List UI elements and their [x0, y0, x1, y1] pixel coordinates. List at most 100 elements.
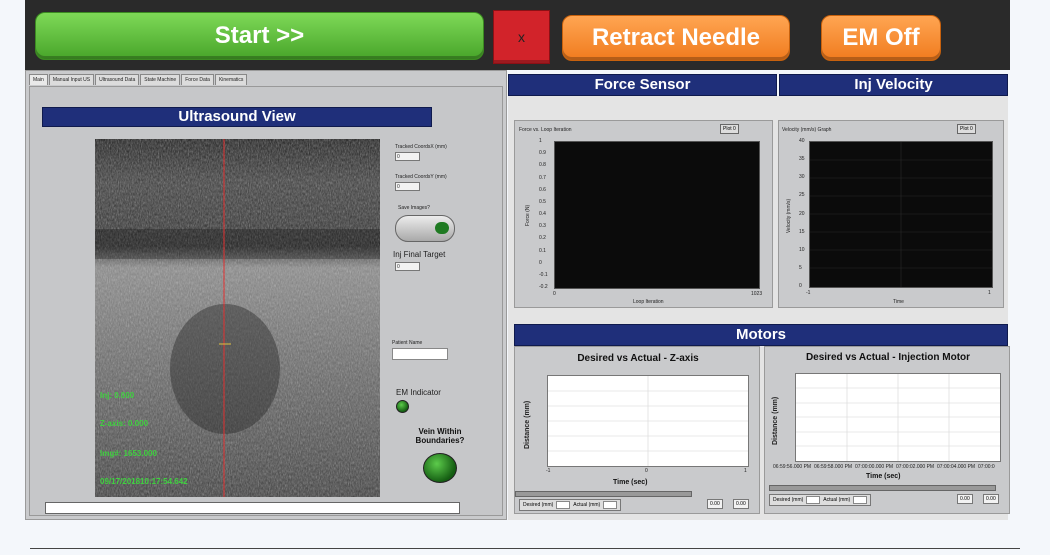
tracked-x-label: Tracked CoordsX (mm)	[395, 144, 447, 150]
em-off-button[interactable]: EM Off	[821, 15, 941, 61]
injection-legend: Desired (mm) Actual (mm)	[769, 494, 872, 506]
velocity-x-axis-label: Time	[893, 299, 904, 305]
force-y-tick-0: 1	[539, 138, 542, 144]
velocity-y-tick-4: 20	[799, 210, 805, 217]
velocity-y-axis-label: Velocity (mm/s)	[786, 198, 792, 233]
force-y-tick-6: 0.4	[539, 211, 546, 217]
z-axis-y-label: Distance (mm)	[524, 400, 531, 449]
patient-name-field[interactable]	[392, 348, 448, 360]
velocity-y-tick-7: 5	[799, 264, 802, 271]
patient-name-label: Patient Name	[392, 340, 423, 346]
ultrasound-view-title: Ultrasound View	[42, 107, 432, 127]
tab-manual-input-us[interactable]: Manual Input US	[48, 74, 95, 85]
main-tab-pane: Ultrasound View Inj: 0.000 Z-axis: 0.000…	[29, 86, 503, 516]
inj-velocity-header: Inj Velocity	[779, 74, 1008, 96]
z-axis-value-1[interactable]: 0.00	[707, 499, 723, 509]
save-toggle-led	[435, 222, 449, 234]
z-axis-x-tick-2: 1	[744, 468, 747, 474]
stop-x-button[interactable]: x	[493, 10, 550, 64]
z-axis-x-label: Time (sec)	[613, 479, 648, 486]
z-axis-scrollbar[interactable]	[515, 491, 692, 497]
velocity-y-tick-5: 15	[799, 228, 805, 235]
z-legend-actual-label: Actual (mm)	[573, 502, 601, 508]
injection-x-tick-5: 07:00:0	[978, 464, 995, 470]
force-y-tick-9: 0.1	[539, 247, 546, 254]
injection-value-1[interactable]: 0.00	[957, 494, 973, 504]
injection-scrollbar[interactable]	[769, 485, 996, 491]
image-number-readout: Img#: 1653.000	[100, 449, 157, 458]
force-y-axis-label: Force (N)	[525, 204, 531, 226]
force-y-tick-1: 0.9	[539, 150, 546, 157]
z-axis-grid	[548, 376, 748, 466]
tab-ultrasound-data[interactable]: Ultrasound Data	[95, 74, 140, 85]
injection-x-label: Time (sec)	[866, 473, 901, 480]
injection-x-tick-3: 07:00:02.000 PM	[896, 464, 935, 470]
velocity-grid	[810, 142, 992, 287]
velocity-y-tick-8: 0	[799, 283, 802, 289]
force-y-tick-11: -0.1	[539, 271, 548, 278]
velocity-plot-area	[809, 141, 993, 288]
injection-grid	[796, 374, 1000, 461]
injection-motor-panel: Desired vs Actual - Injection Motor Dist…	[764, 346, 1010, 514]
tracked-y-field[interactable]: 0	[395, 182, 420, 191]
force-y-tick-2: 0.8	[539, 162, 546, 169]
force-y-tick-5: 0.5	[539, 198, 546, 205]
bottom-divider	[30, 548, 1020, 549]
injection-x-tick-2: 07:00:00.000 PM	[855, 464, 894, 470]
z-axis-x-tick-1: 0	[645, 468, 648, 474]
main-panel: Main Manual Input US Ultrasound Data Sta…	[25, 70, 507, 520]
velocity-y-tick-0: 40	[799, 138, 805, 144]
z-axis-motor-panel: Desired vs Actual - Z-axis Distance (mm)…	[514, 346, 760, 514]
velocity-y-tick-1: 35	[799, 156, 805, 163]
velocity-plot-legend-button[interactable]: Plot 0	[957, 124, 976, 134]
force-plot-area	[554, 141, 760, 289]
timestamp-readout: 09/17/201810:17:54.642	[100, 477, 188, 486]
velocity-x-tick-0: -1	[806, 290, 811, 296]
em-indicator-led	[396, 400, 409, 413]
injection-x-tick-4: 07:00:04.000 PM	[937, 464, 976, 470]
save-images-toggle[interactable]	[395, 215, 455, 242]
force-plot-legend-button[interactable]: Plot 0	[720, 124, 739, 134]
save-images-label: Save Images?	[398, 205, 430, 211]
force-y-tick-12: -0.2	[539, 284, 548, 290]
velocity-graph-title: Velocity (mm/s) Graph	[782, 127, 832, 133]
z-axis-value-2[interactable]: 0.00	[733, 499, 749, 509]
tab-bar: Main Manual Input US Ultrasound Data Sta…	[29, 74, 248, 85]
force-y-tick-8: 0.2	[539, 235, 546, 242]
top-toolbar: Start >> x Retract Needle EM Off	[25, 0, 1010, 70]
force-y-tick-7: 0.3	[539, 223, 546, 230]
em-indicator-label: EM Indicator	[396, 388, 441, 397]
ultrasound-texture	[95, 139, 380, 497]
z-axis-x-tick-0: -1	[546, 468, 551, 474]
tab-force-data[interactable]: Force Data	[181, 74, 214, 85]
z-axis-legend: Desired (mm) Actual (mm)	[519, 499, 622, 511]
injection-plot-area	[795, 373, 1001, 462]
tab-main[interactable]: Main	[29, 74, 48, 85]
zaxis-readout: Z-axis: 0.000	[100, 419, 149, 428]
tab-state-machine[interactable]: State Machine	[140, 74, 181, 85]
tracked-x-field[interactable]: 0	[395, 152, 420, 161]
vein-indicator-led	[423, 453, 457, 483]
force-y-tick-10: 0	[539, 259, 542, 266]
injection-x-tick-1: 06:59:58.000 PM	[814, 464, 853, 470]
start-button[interactable]: Start >>	[35, 12, 484, 60]
z-legend-desired-swatch	[556, 501, 571, 509]
velocity-y-tick-6: 10	[799, 246, 805, 253]
progress-bar	[45, 502, 460, 514]
vein-within-boundaries-label: Vein Within Boundaries?	[415, 427, 465, 445]
force-y-tick-4: 0.6	[539, 186, 546, 193]
inj-legend-desired-label: Desired (mm)	[773, 497, 804, 503]
motors-header: Motors	[514, 324, 1008, 346]
velocity-x-tick-1: 1	[988, 290, 991, 296]
z-legend-actual-swatch	[603, 501, 618, 509]
force-graph-panel: Force vs. Loop Iteration Plot 0 Force (N…	[514, 120, 773, 308]
injection-value-2[interactable]: 0.00	[983, 494, 999, 504]
tracked-y-label: Tracked CoordsY (mm)	[395, 174, 447, 180]
inj-legend-actual-label: Actual (mm)	[823, 497, 851, 503]
velocity-graph-panel: Velocity (mm/s) Graph Plot 0 Velocity (m…	[778, 120, 1004, 308]
force-sensor-header: Force Sensor	[508, 74, 777, 96]
retract-needle-button[interactable]: Retract Needle	[562, 15, 790, 61]
ultrasound-image: Inj: 0.000 Z-axis: 0.000 Img#: 1653.000 …	[95, 139, 380, 497]
inj-final-target-field[interactable]: 0	[395, 262, 420, 271]
tab-kinematics[interactable]: Kinematics	[214, 74, 248, 85]
